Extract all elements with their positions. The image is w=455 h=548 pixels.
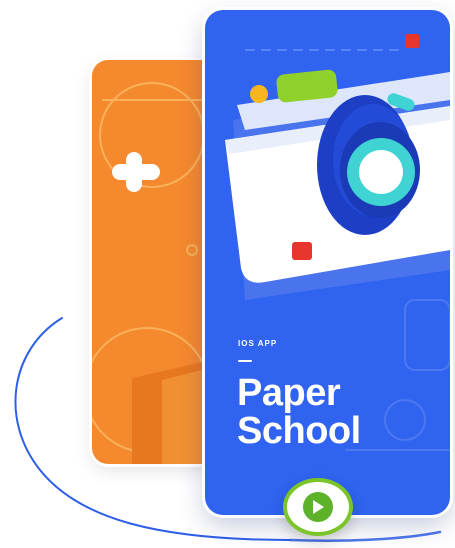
app-preview-card: IOS APP Paper School — [205, 10, 450, 515]
plus-icon — [112, 152, 160, 192]
app-title-line-1: Paper — [237, 372, 341, 414]
play-button-inner — [303, 492, 333, 522]
app-title: Paper School — [237, 374, 361, 450]
app-title-line-2: School — [237, 410, 361, 452]
eyebrow-divider — [238, 360, 252, 362]
app-platform-label: IOS APP — [238, 339, 278, 348]
play-button[interactable] — [283, 478, 353, 536]
app-showcase: IOS APP Paper School — [0, 0, 455, 548]
play-icon — [313, 500, 324, 514]
